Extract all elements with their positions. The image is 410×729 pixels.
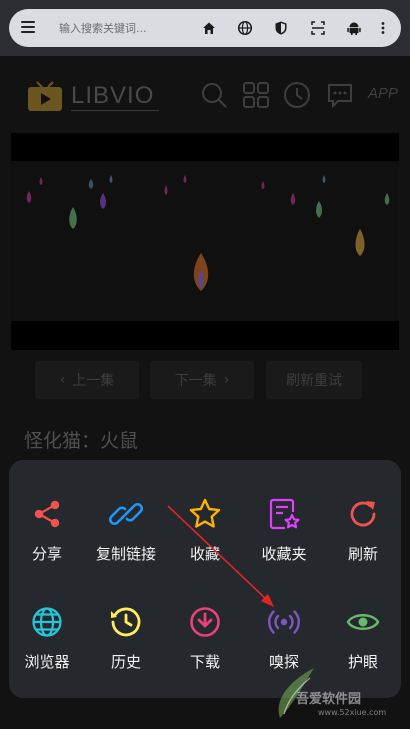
copy-link-label: 复制链接 [95,545,156,563]
refresh-button[interactable]: 刷新 [328,497,398,577]
globe-icon[interactable] [237,20,253,36]
clock-icon[interactable] [283,81,311,109]
refresh-retry-button[interactable]: 刷新重试 [266,361,362,399]
download-icon [188,605,222,639]
chevron-left-icon: ‹ [59,372,66,388]
history-icon [109,605,143,639]
favorites-folder-label: 收藏夹 [261,545,307,563]
copy-link-button[interactable]: 复制链接 [91,497,161,577]
url-input[interactable]: 输入搜索关键词... [59,20,147,36]
refresh-retry-label: 刷新重试 [286,373,342,389]
address-bar[interactable]: 输入搜索关键词... [9,9,401,47]
browser-toolbar: 输入搜索关键词... [0,0,410,56]
download-button[interactable]: 下载 [170,605,240,685]
download-label: 下载 [189,653,220,671]
logo-underline [71,110,159,111]
browser-label: 浏览器 [24,653,70,671]
prev-episode-label: 上一集 [72,373,115,389]
eye-protect-label: 护眼 [347,653,378,671]
sniff-icon [267,605,301,639]
video-title: 怪化猫：火鼠 [24,430,139,452]
share-icon [30,497,64,531]
share-label: 分享 [31,545,62,563]
favorite-button[interactable]: 收藏 [170,497,240,577]
eye-protect-button[interactable]: 护眼 [328,605,398,685]
home-icon[interactable] [201,20,217,36]
browser-button[interactable]: 浏览器 [12,605,82,685]
refresh-icon [346,497,380,531]
share-button[interactable]: 分享 [12,497,82,577]
message-icon[interactable] [326,81,354,109]
favorite-label: 收藏 [189,545,220,563]
scan-icon[interactable] [310,20,326,36]
shield-icon[interactable] [273,20,289,36]
site-logo-text[interactable]: LIBVIO [71,82,154,110]
grid-icon[interactable] [242,81,270,109]
tv-logo-icon[interactable] [27,80,63,112]
app-link[interactable]: APP [368,85,398,102]
android-icon[interactable] [346,20,362,36]
video-frame [11,161,399,321]
search-icon[interactable] [200,81,228,109]
next-episode-label: 下一集 [174,373,217,389]
watermark-text: 吾爱软件园 [296,692,362,707]
refresh-label: 刷新 [347,545,378,563]
menu-icon[interactable] [21,21,35,35]
favorites-folder-button[interactable]: 收藏夹 [249,497,319,577]
watermark-url: www.52xiue.com [318,708,387,717]
next-episode-button[interactable]: 下一集 › [150,361,254,399]
star-icon [188,497,222,531]
eye-icon [346,605,380,639]
prev-episode-button[interactable]: ‹ 上一集 [35,361,139,399]
video-flames-artwork [26,175,390,291]
link-icon [109,497,143,531]
chevron-right-icon: › [223,372,230,388]
globe-icon [30,605,64,639]
history-label: 历史 [110,653,141,671]
bookmark-list-icon [267,497,301,531]
site-header: LIBVIO APP [0,56,410,134]
video-player[interactable] [11,133,399,350]
history-button[interactable]: 历史 [91,605,161,685]
more-vert-icon[interactable] [375,20,391,36]
action-menu-sheet: 分享 复制链接 收藏 收藏夹 刷新 浏览器 历史 下载 嗅探 护眼 [9,460,401,698]
